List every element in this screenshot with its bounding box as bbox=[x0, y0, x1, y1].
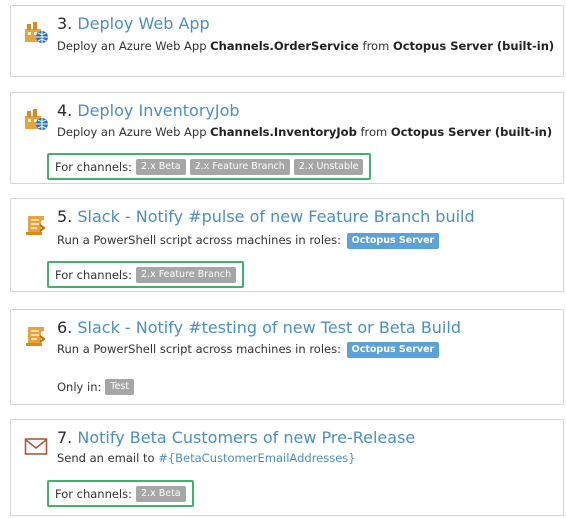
step-name-link[interactable]: Deploy Web App bbox=[77, 14, 209, 33]
step-number: 3. bbox=[57, 14, 73, 33]
feed-name: Octopus Server (built-in) bbox=[392, 39, 555, 53]
channel-tag: 2.x Feature Branch bbox=[189, 158, 290, 175]
channels-filter: For channels: 2.x Feature Branch bbox=[47, 261, 245, 288]
feed-name: Octopus Server (built-in) bbox=[390, 125, 553, 139]
package-name: Channels.OrderService bbox=[210, 39, 359, 53]
step-card: 5. Slack - Notify #pulse of new Feature … bbox=[10, 198, 564, 292]
powershell-script-icon bbox=[26, 216, 46, 235]
channels-label: For channels: bbox=[55, 159, 132, 174]
step-description: Send an email to #{BetaCustomerEmailAddr… bbox=[57, 450, 356, 466]
environment-tag: Test bbox=[105, 379, 135, 395]
step-title: 6. Slack - Notify #testing of new Test o… bbox=[57, 318, 461, 338]
step-card: 4. Deploy InventoryJob Deploy an Azure W… bbox=[10, 92, 564, 184]
desc-text: Deploy an Azure Web App bbox=[57, 125, 207, 139]
step-description: Deploy an Azure Web App Channels.Invento… bbox=[57, 124, 552, 140]
step-number: 4. bbox=[57, 101, 73, 120]
channel-tag: 2.x Beta bbox=[136, 158, 186, 175]
channel-tag: 2.x Feature Branch bbox=[136, 266, 237, 283]
channels-label: For channels: bbox=[55, 486, 132, 501]
step-description: Deploy an Azure Web App Channels.OrderSe… bbox=[57, 38, 554, 54]
step-number: 5. bbox=[57, 207, 73, 226]
step-number: 6. bbox=[57, 318, 73, 337]
only-in-label: Only in: bbox=[57, 380, 102, 394]
azure-web-app-icon bbox=[25, 22, 48, 43]
channel-tag: 2.x Unstable bbox=[293, 158, 364, 175]
role-tag: Octopus Server bbox=[346, 232, 440, 249]
desc-text: Send an email to bbox=[57, 451, 155, 465]
step-card: 6. Slack - Notify #testing of new Test o… bbox=[10, 309, 564, 405]
step-name-link[interactable]: Slack - Notify #testing of new Test or B… bbox=[77, 318, 461, 337]
channel-tag: 2.x Beta bbox=[136, 485, 186, 502]
email-icon bbox=[24, 438, 48, 455]
channels-filter: For channels: 2.x Beta 2.x Feature Branc… bbox=[47, 153, 372, 180]
powershell-script-icon bbox=[26, 327, 46, 346]
desc-text: Run a PowerShell script across machines … bbox=[57, 342, 341, 356]
step-description: Run a PowerShell script across machines … bbox=[57, 232, 440, 249]
channels-filter: For channels: 2.x Beta bbox=[47, 480, 194, 507]
step-card: 7. Notify Beta Customers of new Pre-Rele… bbox=[10, 419, 564, 516]
package-name: Channels.InventoryJob bbox=[210, 125, 357, 139]
step-name-link[interactable]: Deploy InventoryJob bbox=[77, 101, 239, 120]
desc-text: Deploy an Azure Web App bbox=[57, 39, 207, 53]
step-title: 5. Slack - Notify #pulse of new Feature … bbox=[57, 207, 475, 227]
variable-reference: #{BetaCustomerEmailAddresses} bbox=[158, 451, 356, 465]
desc-text: Run a PowerShell script across machines … bbox=[57, 233, 341, 247]
channels-label: For channels: bbox=[55, 267, 132, 282]
step-title: 4. Deploy InventoryJob bbox=[57, 101, 240, 121]
step-card: 3. Deploy Web App Deploy an Azure Web Ap… bbox=[10, 5, 564, 77]
azure-web-app-icon bbox=[25, 109, 48, 130]
step-name-link[interactable]: Notify Beta Customers of new Pre-Release bbox=[77, 428, 415, 447]
step-title: 3. Deploy Web App bbox=[57, 14, 210, 34]
desc-text: from bbox=[360, 125, 388, 139]
role-tag: Octopus Server bbox=[346, 341, 440, 358]
step-title: 7. Notify Beta Customers of new Pre-Rele… bbox=[57, 428, 415, 448]
step-description: Run a PowerShell script across machines … bbox=[57, 341, 440, 358]
desc-text: from bbox=[362, 39, 390, 53]
step-number: 7. bbox=[57, 428, 73, 447]
step-name-link[interactable]: Slack - Notify #pulse of new Feature Bra… bbox=[77, 207, 474, 226]
environment-filter: Only in: Test bbox=[57, 377, 135, 397]
